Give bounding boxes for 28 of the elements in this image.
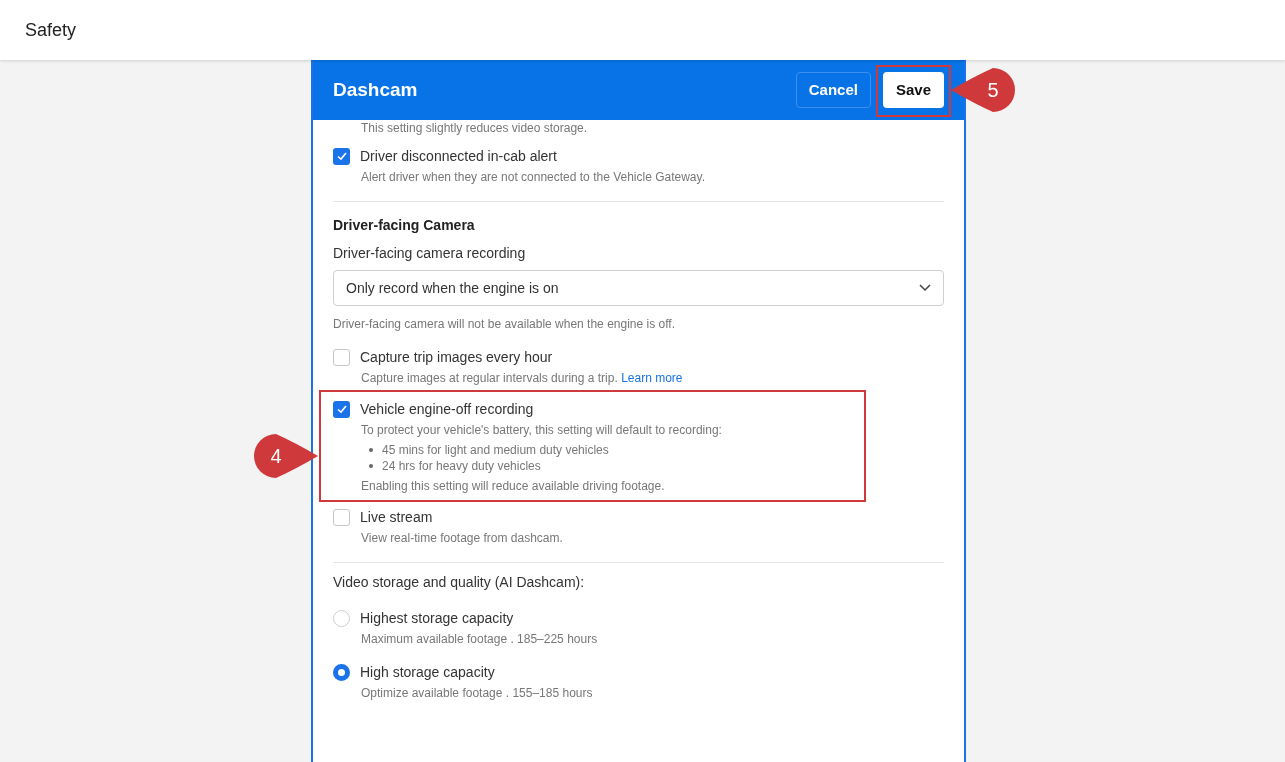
section-heading: Driver-facing Camera <box>333 216 476 234</box>
step-badge: 5 <box>950 68 1015 112</box>
learn-more-link[interactable]: Learn more <box>621 371 683 385</box>
option-label: Vehicle engine-off recording <box>360 400 534 418</box>
option-description: Capture images at regular intervals during a trip. Learn more <box>361 370 684 386</box>
page-title: Safety <box>25 18 77 42</box>
option-label: Live stream <box>360 508 433 526</box>
bullet-text: 24 hrs for heavy duty vehicles <box>382 458 541 474</box>
recording-select[interactable]: Only record when the engine is on <box>333 270 944 306</box>
save-button[interactable]: Save <box>882 72 944 108</box>
option-description: View real-time footage from dashcam. <box>361 530 564 546</box>
option-label: Capture trip images every hour <box>360 348 553 366</box>
option-label: Driver disconnected in-cab alert <box>360 147 557 165</box>
option-description: Alert driver when they are not connected to the Vehicle Gateway. <box>361 169 706 185</box>
bullet-text: 45 mins for light and medium duty vehicles <box>382 442 609 458</box>
option-label: Highest storage capacity <box>360 609 514 627</box>
field-label: Driver-facing camera recording <box>333 244 527 262</box>
option-note: Enabling this setting will reduce available driving footage. <box>361 478 666 494</box>
cancel-button[interactable]: Cancel <box>795 72 871 108</box>
step-badge: 4 <box>254 434 318 478</box>
field-help: Driver-facing camera will not be available when the engine is off. <box>333 316 676 332</box>
option-description: Maximum available footage . 185–225 hours <box>361 631 599 647</box>
panel-title: Dashcam <box>333 77 418 102</box>
option-description: Optimize available footage . 155–185 hours <box>361 685 594 701</box>
option-description: This setting slightly reduces video storage. <box>360 120 589 135</box>
field-label: Video storage and quality (AI Dashcam): <box>333 573 586 591</box>
option-label: High storage capacity <box>360 663 495 681</box>
option-description: To protect your vehicle's battery, this setting will default to recording: <box>361 422 723 438</box>
